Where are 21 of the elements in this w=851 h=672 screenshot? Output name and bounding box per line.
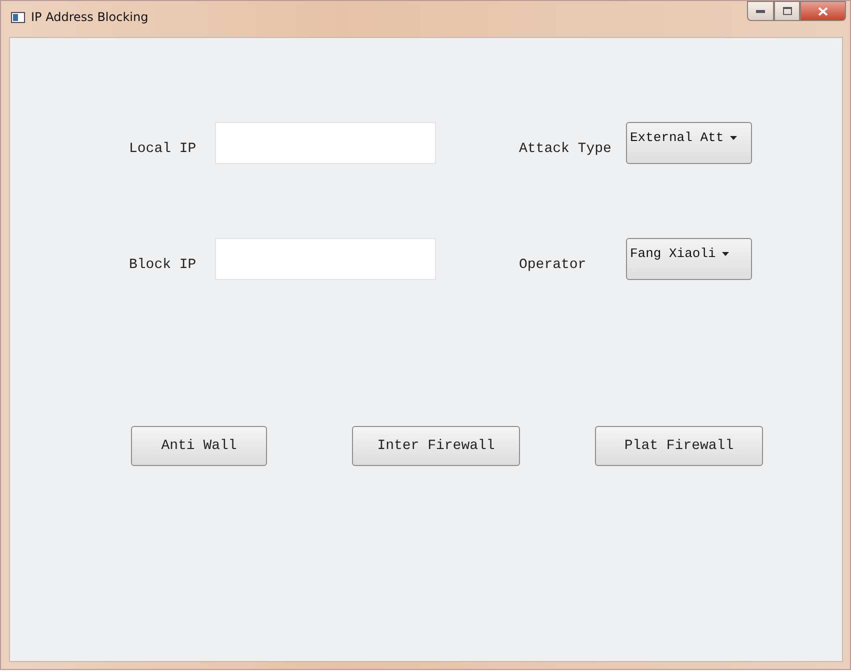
field-label: Attack Type xyxy=(519,140,612,157)
maximize-icon xyxy=(782,7,792,15)
maximize-button[interactable] xyxy=(774,1,800,21)
action-button[interactable]: Inter Firewall xyxy=(352,426,520,466)
caret-icon xyxy=(730,136,737,140)
action-button[interactable]: Plat Firewall xyxy=(595,426,763,466)
close-icon xyxy=(818,6,828,16)
action-button[interactable]: Anti Wall xyxy=(131,426,267,466)
input-field[interactable] xyxy=(215,238,436,280)
field-label: Operator xyxy=(519,256,586,273)
dropdown[interactable]: Fang Xiaoli xyxy=(626,238,752,280)
app-icon xyxy=(11,12,25,23)
close-button[interactable] xyxy=(800,1,846,21)
input-field[interactable] xyxy=(215,122,436,164)
dropdown[interactable]: External Att xyxy=(626,122,752,164)
minimize-icon xyxy=(756,10,765,12)
caret-icon xyxy=(722,252,729,256)
field-label: Block IP xyxy=(129,256,196,273)
field-label: Local IP xyxy=(129,140,196,157)
minimize-button[interactable] xyxy=(747,1,774,21)
window-title: IP Address Blocking xyxy=(31,10,148,24)
